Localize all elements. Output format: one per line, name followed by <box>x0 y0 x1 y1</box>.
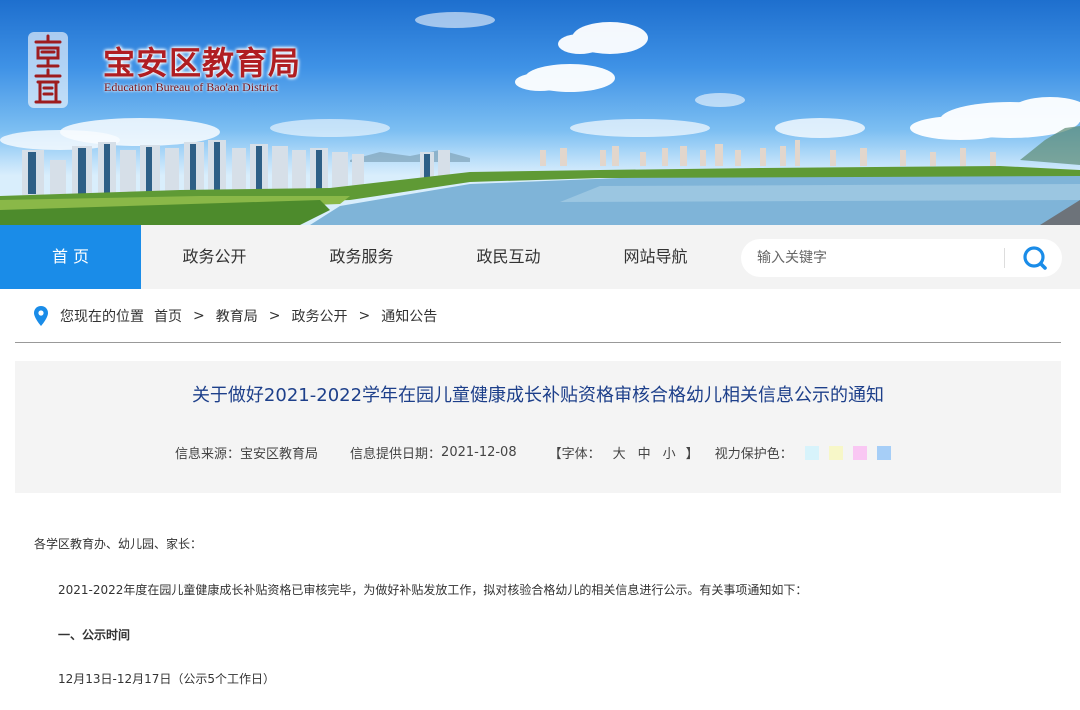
header-banner: 宝安区教育局 Education Bureau of Bao'an Distri… <box>0 0 1080 225</box>
font-size-close: 】 <box>685 447 699 462</box>
article-meta: 信息来源： 宝安区教育局 信息提供日期： 2021-12-08 【字体： 大 中… <box>175 443 901 462</box>
source-value: 宝安区教育局 <box>240 447 319 462</box>
breadcrumb-separator: > <box>358 308 371 324</box>
site-subtitle: Education Bureau of Bao'an District <box>104 80 279 94</box>
search-box <box>741 239 1062 277</box>
breadcrumb-item-home[interactable]: 首页 <box>154 306 182 326</box>
article-title: 关于做好2021-2022学年在园儿童健康成长补贴资格审核合格幼儿相关信息公示的… <box>191 385 885 406</box>
search-divider <box>1004 248 1005 268</box>
eye-care-color-blue[interactable] <box>876 445 891 460</box>
date-label: 信息提供日期： <box>350 447 442 462</box>
city-skyline-image <box>0 12 1080 225</box>
greeting-paragraph: 各学区教育办、幼儿园、家长： <box>34 537 203 551</box>
source-label: 信息来源： <box>175 447 241 462</box>
bureau-seal-logo <box>28 32 68 108</box>
breadcrumb-item-government-affairs[interactable]: 政务公开 <box>291 306 347 326</box>
search-icon <box>1023 246 1047 270</box>
nav-item-public-interaction[interactable]: 政民互动 <box>435 225 582 289</box>
location-pin-icon <box>34 306 48 326</box>
eye-care-color-yellow[interactable] <box>828 445 843 460</box>
search-button[interactable] <box>1011 239 1061 277</box>
font-size-medium[interactable]: 中 <box>638 443 651 462</box>
breadcrumb-divider <box>15 342 1061 343</box>
eye-care-label: 视力保护色： <box>714 447 793 462</box>
eye-care-color-cyan[interactable] <box>804 445 819 460</box>
breadcrumb-prefix: 您现在的位置 <box>60 309 144 325</box>
nav-item-home[interactable]: 首 页 <box>0 225 141 289</box>
nav-item-government-affairs-open[interactable]: 政务公开 <box>141 225 288 289</box>
breadcrumb-item-notices[interactable]: 通知公告 <box>381 306 437 326</box>
breadcrumb-item-bureau[interactable]: 教育局 <box>216 306 258 326</box>
nav-item-site-navigation[interactable]: 网站导航 <box>582 225 729 289</box>
font-size-large[interactable]: 大 <box>613 443 626 462</box>
date-value: 2021-12-08 <box>441 445 517 460</box>
search-input[interactable] <box>755 239 995 277</box>
article-header: 关于做好2021-2022学年在园儿童健康成长补贴资格审核合格幼儿相关信息公示的… <box>15 361 1061 493</box>
intro-paragraph: 2021-2022年度在园儿童健康成长补贴资格已审核完毕，为做好补贴发放工作，拟… <box>58 583 808 597</box>
breadcrumb-separator: > <box>193 308 205 324</box>
publicity-time-text: 12月13日-12月17日（公示5个工作日） <box>58 672 276 686</box>
breadcrumb: 您现在的位置 首页 > 教育局 > 政务公开 > 通知公告 <box>0 289 1080 343</box>
breadcrumb-separator: > <box>268 308 281 324</box>
font-size-label: 【字体： <box>548 447 601 462</box>
section-heading-publicity-time: 一、公示时间 <box>58 628 131 642</box>
main-nav: 首 页 政务公开 政务服务 政民互动 网站导航 <box>0 225 1080 289</box>
nav-item-government-services[interactable]: 政务服务 <box>288 225 435 289</box>
font-size-small[interactable]: 小 <box>663 443 676 462</box>
eye-care-color-pink[interactable] <box>852 445 867 460</box>
site-title: 宝安区教育局 <box>103 44 302 82</box>
